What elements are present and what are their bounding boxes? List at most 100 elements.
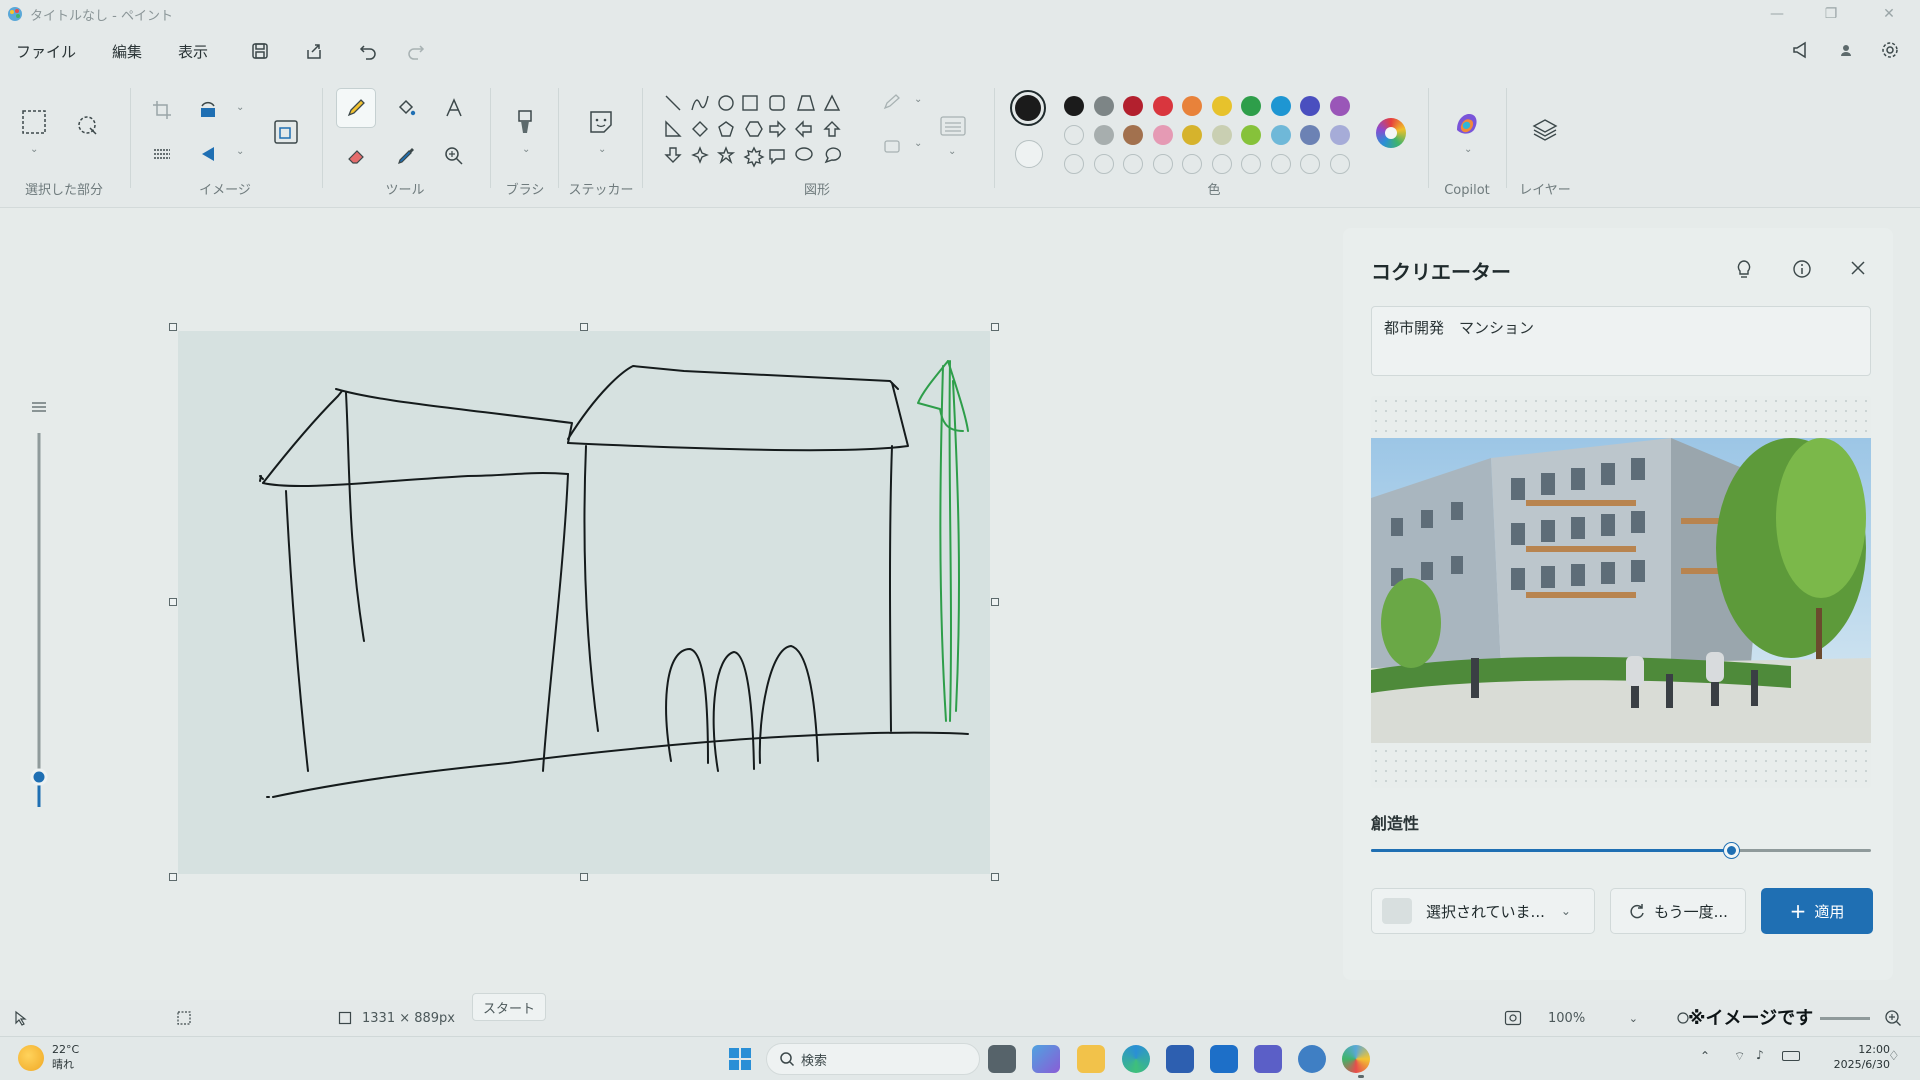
color-swatch[interactable] xyxy=(1064,125,1084,145)
pencil-icon[interactable] xyxy=(336,88,376,128)
minimize-button[interactable]: — xyxy=(1752,0,1802,28)
color-swatch[interactable] xyxy=(1123,96,1143,116)
resize-image-icon[interactable] xyxy=(268,114,304,150)
custom-color-slot[interactable] xyxy=(1241,154,1261,174)
color-swatch[interactable] xyxy=(1329,125,1350,145)
menu-view[interactable]: 表示 xyxy=(162,41,224,62)
megaphone-icon[interactable] xyxy=(1784,32,1820,68)
start-windows-icon[interactable] xyxy=(726,1045,754,1073)
resize-handle-r[interactable] xyxy=(991,598,999,606)
generated-image[interactable] xyxy=(1371,438,1871,743)
prompt-input[interactable]: 都市開発 マンション xyxy=(1371,306,1871,376)
selection-dropdown-icon[interactable]: ⌄ xyxy=(30,144,38,155)
account-icon[interactable] xyxy=(1828,32,1864,68)
shape-outline-icon[interactable] xyxy=(874,84,910,120)
fill-bucket-icon[interactable] xyxy=(388,90,424,126)
save-icon[interactable] xyxy=(242,33,278,69)
line-width-dropdown-icon[interactable]: ⌄ xyxy=(948,146,956,157)
color-swatch[interactable] xyxy=(1182,125,1202,145)
store-icon[interactable] xyxy=(1166,1045,1194,1073)
color-swatch[interactable] xyxy=(1093,96,1114,116)
notification-bell-icon[interactable]: ♢ xyxy=(1888,1049,1900,1064)
color-swatch[interactable] xyxy=(1300,125,1320,145)
copilot-icon[interactable] xyxy=(1449,106,1485,142)
weather-widget[interactable]: 22°C 晴れ xyxy=(52,1042,79,1072)
brush-size-slider[interactable] xyxy=(28,395,50,815)
brush-dropdown-icon[interactable]: ⌄ xyxy=(522,144,530,155)
rect-select-icon[interactable] xyxy=(16,104,52,140)
flip-dropdown-icon[interactable]: ⌄ xyxy=(236,146,244,157)
fill-dropdown-icon[interactable]: ⌄ xyxy=(914,138,922,149)
creativity-slider[interactable] xyxy=(1371,843,1871,858)
outlook-icon[interactable] xyxy=(1210,1045,1238,1073)
magic-select-icon[interactable] xyxy=(70,108,106,144)
color-swatch[interactable] xyxy=(1211,125,1232,145)
tray-overflow-icon[interactable]: ⌃ xyxy=(1700,1049,1710,1063)
zoom-select[interactable]: 100% ⌄ xyxy=(1548,1000,1638,1036)
weather-sun-icon[interactable] xyxy=(18,1045,44,1071)
custom-color-slot[interactable] xyxy=(1211,154,1232,174)
wifi-icon[interactable]: ⌔ xyxy=(1734,1049,1745,1064)
settings-gear-icon[interactable] xyxy=(1872,32,1908,68)
flip-icon[interactable] xyxy=(190,136,226,172)
color-swatch[interactable] xyxy=(1211,96,1232,116)
zoom-in-icon[interactable] xyxy=(1884,1000,1902,1036)
redo-icon[interactable] xyxy=(398,33,434,69)
primary-color-ring[interactable] xyxy=(1010,90,1046,126)
brush-icon[interactable] xyxy=(507,104,543,140)
custom-color-slot[interactable] xyxy=(1300,154,1320,174)
resize-handle-bl[interactable] xyxy=(169,873,177,881)
color-swatch[interactable] xyxy=(1152,96,1173,116)
magnifier-icon[interactable] xyxy=(436,138,472,174)
eraser-icon[interactable] xyxy=(338,138,374,174)
resize-handle-tl[interactable] xyxy=(169,323,177,331)
color-swatch[interactable] xyxy=(1241,96,1261,116)
retry-button[interactable]: もう一度... xyxy=(1610,888,1746,934)
custom-color-slot[interactable] xyxy=(1329,154,1350,174)
paint-taskbar-icon[interactable] xyxy=(1342,1045,1370,1073)
custom-color-slot[interactable] xyxy=(1093,154,1114,174)
close-icon[interactable] xyxy=(1848,258,1868,282)
file-explorer-icon[interactable] xyxy=(1077,1045,1105,1073)
line-width-icon[interactable] xyxy=(935,108,971,144)
undo-icon[interactable] xyxy=(350,33,386,69)
fit-to-window-icon[interactable] xyxy=(1504,1000,1522,1036)
copilot-dropdown-icon[interactable]: ⌄ xyxy=(1464,144,1472,155)
task-view-icon[interactable] xyxy=(988,1045,1016,1073)
color-swatch[interactable] xyxy=(1270,96,1291,116)
battery-icon[interactable] xyxy=(1782,1051,1800,1061)
sticker-dropdown-icon[interactable]: ⌄ xyxy=(598,144,606,155)
color-picker-icon[interactable] xyxy=(388,138,424,174)
restore-button[interactable]: ❐ xyxy=(1806,0,1856,28)
volume-icon[interactable]: ♪ xyxy=(1756,1048,1764,1062)
resize-handle-br[interactable] xyxy=(991,873,999,881)
edge-browser-icon[interactable] xyxy=(1122,1045,1150,1073)
color-swatch[interactable] xyxy=(1093,125,1114,145)
clock[interactable]: 12:00 2025/6/30 xyxy=(1818,1042,1890,1072)
background-remove-icon[interactable] xyxy=(144,136,180,172)
menu-edit[interactable]: 編集 xyxy=(96,41,158,62)
teams-icon[interactable] xyxy=(1254,1045,1282,1073)
crop-icon[interactable] xyxy=(144,92,180,128)
custom-color-slot[interactable] xyxy=(1152,154,1173,174)
zoom-slider[interactable] xyxy=(1820,1000,1870,1036)
custom-color-slot[interactable] xyxy=(1064,154,1084,174)
text-tool-icon[interactable] xyxy=(436,90,472,126)
rotate-icon[interactable] xyxy=(190,92,226,128)
custom-color-slot[interactable] xyxy=(1123,154,1143,174)
share-icon[interactable] xyxy=(296,33,332,69)
lightbulb-icon[interactable] xyxy=(1733,258,1755,284)
taskbar-search[interactable]: 検索 xyxy=(766,1043,980,1075)
apply-button[interactable]: + 適用 xyxy=(1761,888,1873,934)
shapes-gallery[interactable] xyxy=(662,92,862,192)
edit-colors-icon[interactable] xyxy=(1376,118,1406,148)
info-icon[interactable] xyxy=(1791,258,1813,284)
sticker-icon[interactable] xyxy=(583,104,619,140)
close-window-button[interactable]: ✕ xyxy=(1864,0,1914,28)
drawing-canvas[interactable] xyxy=(178,331,990,874)
secondary-color-swatch[interactable] xyxy=(1015,140,1043,168)
layers-icon[interactable] xyxy=(1527,112,1563,148)
color-swatch[interactable] xyxy=(1241,125,1261,145)
photos-icon[interactable] xyxy=(1298,1045,1326,1073)
outline-dropdown-icon[interactable]: ⌄ xyxy=(914,94,922,105)
